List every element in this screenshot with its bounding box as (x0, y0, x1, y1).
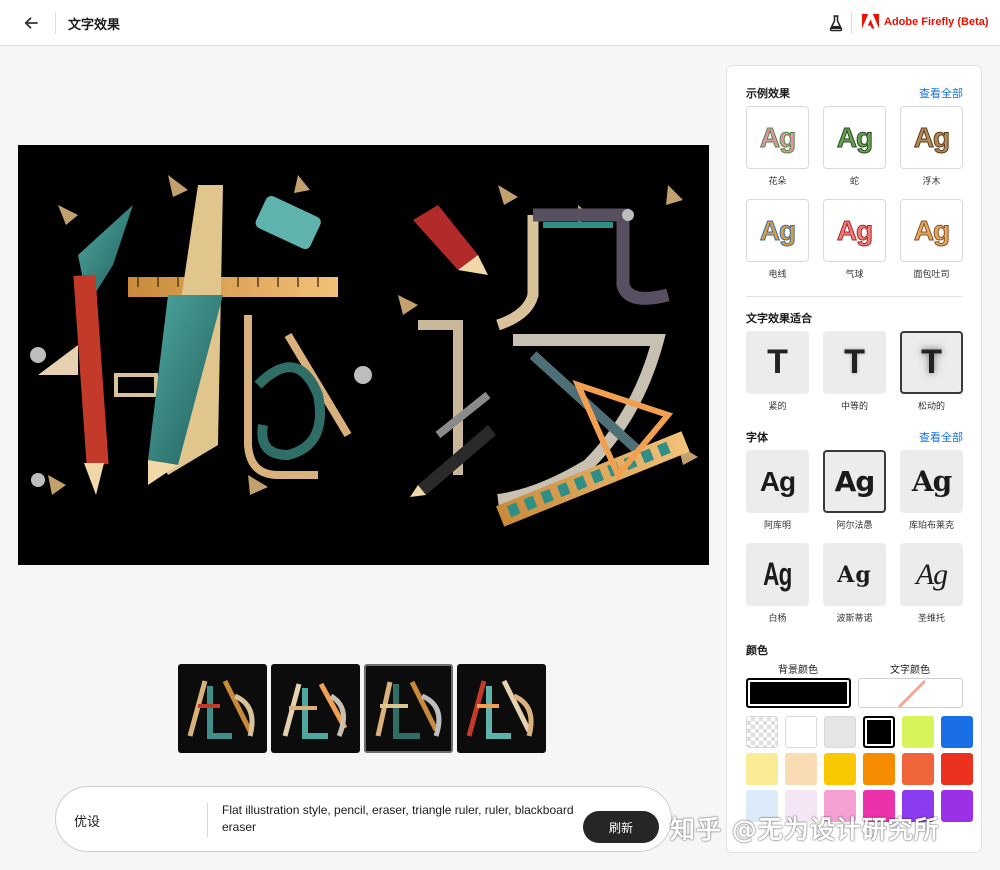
fit-preview: T (844, 343, 865, 381)
effects-panel: 示例效果 查看全部 Ag 花朵 Ag 蛇 Ag 浮木 Ag 电线 Ag 气球 A… (726, 65, 982, 853)
color-swatch[interactable] (941, 716, 973, 748)
brand-name: Adobe Firefly (Beta) (884, 15, 989, 28)
example-label: 蛇 (849, 177, 859, 187)
color-swatch[interactable] (824, 716, 856, 748)
fit-option-tight[interactable]: T (746, 331, 809, 394)
font-label: 圣维托 (917, 614, 945, 624)
example-card-wires[interactable]: Ag (746, 199, 809, 262)
effect-preview: Ag (836, 214, 873, 246)
fit-label: 松动的 (917, 402, 945, 412)
example-label: 气球 (845, 270, 864, 280)
variation-thumbnails (178, 664, 546, 753)
color-swatch[interactable] (863, 753, 895, 785)
example-card-toast[interactable]: Ag (900, 199, 963, 262)
color-swatch[interactable] (746, 716, 778, 748)
font-preview: Ag (911, 465, 952, 498)
prompt-input[interactable]: Flat illustration style, pencil, eraser,… (222, 802, 592, 836)
font-label: 阿尔法愚 (836, 521, 873, 531)
effect-preview: Ag (836, 121, 873, 153)
color-swatch[interactable] (785, 753, 817, 785)
font-option-poplar[interactable]: Ag (746, 543, 809, 606)
fit-label: 中等的 (840, 402, 868, 412)
thumbnail-artwork (466, 679, 534, 739)
example-label: 浮木 (922, 177, 941, 187)
fit-option-loose[interactable]: T (900, 331, 963, 394)
color-title: 颜色 (746, 644, 768, 657)
color-swatch[interactable] (863, 716, 895, 748)
variation-thumbnail[interactable] (271, 664, 360, 753)
prompt-divider (207, 803, 208, 837)
app-header: 文字效果 Adobe Firefly (Beta) (0, 0, 1000, 46)
font-title: 字体 (746, 431, 768, 444)
font-label: 阿库明 (763, 521, 791, 531)
watermark: 知乎 @无为设计研究所 (670, 815, 940, 844)
bg-color-label: 背景颜色 (778, 665, 818, 676)
font-preview: Ag (915, 557, 948, 591)
example-card-balloons[interactable]: Ag (823, 199, 886, 262)
beaker-icon (829, 15, 843, 32)
fit-preview: T (767, 343, 788, 381)
font-preview: Ag (834, 465, 876, 498)
example-label: 面包吐司 (913, 270, 950, 280)
text-color-selector[interactable] (858, 678, 963, 708)
thumbnail-artwork (187, 679, 255, 739)
adobe-logo-icon (862, 14, 879, 29)
effect-preview: Ag (759, 121, 796, 153)
header-divider (851, 12, 852, 34)
font-preview: Ag (837, 561, 872, 588)
color-swatch[interactable] (824, 753, 856, 785)
variation-thumbnail-selected[interactable] (364, 664, 453, 753)
font-option-sanvito[interactable]: Ag (900, 543, 963, 606)
effect-preview: Ag (759, 214, 796, 246)
no-color-icon (897, 679, 927, 707)
variation-thumbnail[interactable] (457, 664, 546, 753)
page-title: 文字效果 (68, 18, 121, 33)
color-swatch[interactable] (941, 790, 973, 822)
font-label: 波斯蒂诺 (836, 614, 873, 624)
back-button[interactable] (18, 10, 44, 36)
example-card-driftwood[interactable]: Ag (900, 106, 963, 169)
beaker-button[interactable] (826, 13, 846, 33)
color-swatch[interactable] (902, 716, 934, 748)
header-divider (55, 12, 56, 34)
color-swatch[interactable] (902, 753, 934, 785)
section-divider (746, 296, 963, 297)
color-swatch[interactable] (785, 716, 817, 748)
example-card-snake[interactable]: Ag (823, 106, 886, 169)
generated-artwork (30, 175, 698, 527)
effect-preview: Ag (913, 121, 950, 153)
fit-preview: T (921, 343, 942, 381)
effect-preview: Ag (913, 214, 950, 246)
example-card-flowers[interactable]: Ag (746, 106, 809, 169)
refresh-button[interactable]: 刷新 (583, 811, 659, 843)
brand[interactable]: Adobe Firefly (Beta) (862, 14, 989, 29)
example-label: 花朵 (768, 177, 787, 187)
variation-thumbnail[interactable] (178, 664, 267, 753)
font-preview: Ag (763, 556, 792, 592)
generated-image[interactable] (18, 145, 709, 565)
fonts-view-all-link[interactable]: 查看全部 (919, 429, 963, 445)
font-label: 白杨 (768, 614, 787, 624)
thumbnail-artwork (282, 682, 348, 739)
color-swatch[interactable] (746, 753, 778, 785)
font-option-postino[interactable]: Ag (823, 543, 886, 606)
font-preview: Ag (759, 465, 796, 497)
fit-option-medium[interactable]: T (823, 331, 886, 394)
text-input[interactable]: 优设 (74, 811, 100, 830)
fit-title: 文字效果适合 (746, 312, 812, 325)
example-label: 电线 (768, 270, 787, 280)
font-option-alfarn[interactable]: Ag (823, 450, 886, 513)
text-color-label: 文字颜色 (890, 665, 930, 676)
thumbnail-artwork (375, 680, 442, 739)
font-option-acumin[interactable]: Ag (746, 450, 809, 513)
fit-label: 紧的 (768, 402, 787, 412)
examples-title: 示例效果 (746, 87, 790, 100)
font-option-cooper[interactable]: Ag (900, 450, 963, 513)
prompt-bar: 优设 Flat illustration style, pencil, eras… (55, 786, 672, 852)
arrow-left-icon (24, 17, 38, 29)
color-swatch[interactable] (941, 753, 973, 785)
bg-color-selector[interactable] (746, 678, 851, 708)
font-label: 库珀布莱克 (908, 521, 954, 531)
examples-view-all-link[interactable]: 查看全部 (919, 85, 963, 101)
